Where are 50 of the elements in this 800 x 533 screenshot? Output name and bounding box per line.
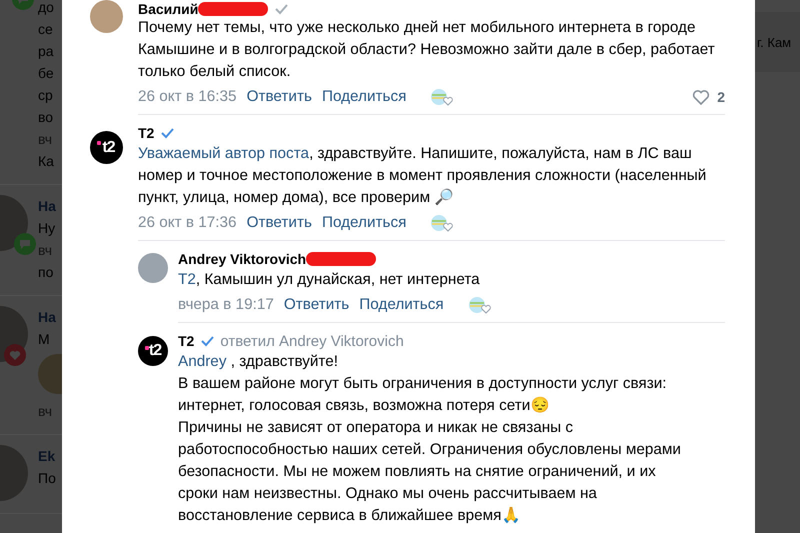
photo-placeholder (38, 354, 62, 394)
avatar (90, 0, 123, 33)
heart-icon (691, 88, 712, 106)
comment-text: Ка (38, 152, 55, 171)
comment-text: се (38, 20, 54, 39)
author-name[interactable]: T2 (178, 333, 194, 349)
comment-text: Причины не зависят от оператора и никак не связаны с работоспособностью наших сетей. Ограничения обусловлены мерами безопасности. Мы не можем повлиять на снятие ограничений, и их сроки нам неизвестны. Однако мы очень рассчитываем на восстановление сервиса в ближайшее время🙏 (178, 418, 682, 526)
author-name[interactable]: Andrey Viktorovich (178, 251, 306, 267)
comment-text: до (38, 0, 55, 17)
comment-text: Уважаемый автор поста, здравствуйте. Напишите, пожалуйста, нам в ЛС ваш номер и точное местоположение в момент проявления сложности (населенный пункт, улица, номер дома), все проверим 🔎 (138, 144, 708, 208)
comment-text: T2, Камышин ул дунайская, нет интернета (178, 270, 481, 290)
comment-badge-icon (14, 233, 36, 255)
author-name[interactable]: Василий (138, 0, 198, 16)
reply-to-label: ответил Andrey Viktorovich (220, 332, 404, 350)
comment-text: по (38, 263, 54, 282)
mention-link[interactable]: Уважаемый автор поста (138, 145, 310, 162)
reply-link[interactable]: Ответить (246, 214, 312, 232)
author-name[interactable]: T2 (138, 125, 154, 141)
logo-avatar: t2 (90, 131, 123, 164)
avatar-heart-icon (430, 88, 454, 106)
author-name: На (38, 197, 57, 216)
heart-badge-icon (4, 344, 26, 366)
check-icon (274, 2, 288, 14)
comment-text: Andrey , здравствуйте! (178, 352, 340, 372)
mention-link[interactable]: Andrey (178, 353, 226, 370)
comment-text: Почему нет темы, что уже несколько дней нет мобильного интернета в городе Камышине и в волгоградской области? Невозможно зайти дале в сбер, работает только белый список. (138, 18, 716, 82)
avatar (138, 253, 168, 283)
comment-text: во (38, 108, 54, 127)
comment-text: Ну (38, 219, 56, 238)
author-name: На (38, 308, 57, 327)
reply-link[interactable]: Ответить (284, 296, 350, 314)
share-link[interactable]: Поделиться (322, 214, 406, 232)
check-icon (200, 335, 214, 347)
logo-avatar: t2 (138, 336, 168, 366)
comment-text: ср (38, 86, 54, 105)
like-button[interactable]: 2 (691, 88, 725, 106)
check-icon (160, 127, 174, 139)
location-text: г. Кам (757, 34, 792, 50)
comment-text: М (38, 330, 51, 349)
avatar-heart-icon (430, 214, 454, 232)
reply-link[interactable]: Ответить (246, 88, 312, 106)
comment-text: В вашем районе могут быть ограничения в доступности услуг связи: интернет, голосовая связь, возможна потеря сети😔 (178, 374, 668, 416)
comment-text: ра (38, 42, 55, 61)
comment-text: По (38, 469, 57, 488)
author-name: Ek (38, 447, 56, 466)
mention-link[interactable]: T2 (178, 271, 196, 288)
share-link[interactable]: Поделиться (322, 88, 406, 106)
share-link[interactable]: Поделиться (359, 296, 444, 314)
avatar-heart-icon (468, 296, 492, 314)
comment-text: бе (38, 64, 55, 83)
